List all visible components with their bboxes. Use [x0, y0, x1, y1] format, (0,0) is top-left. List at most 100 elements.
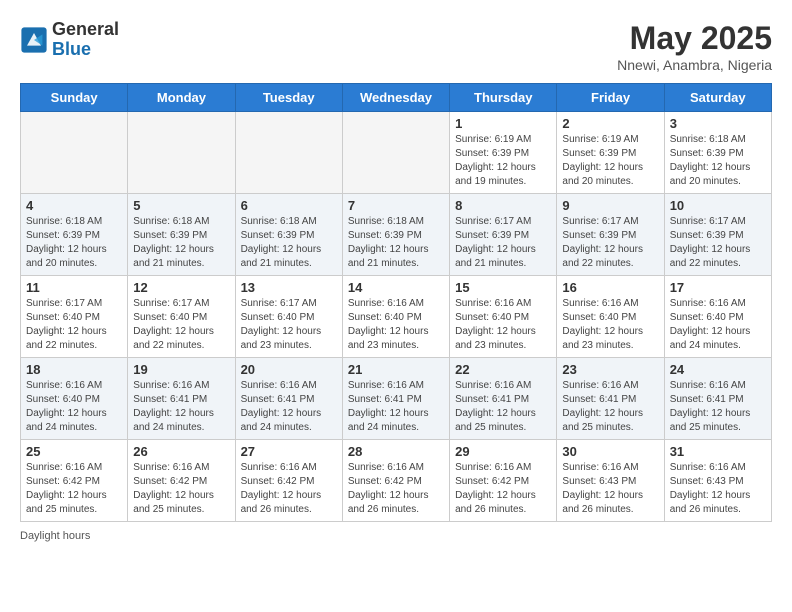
day-info: Sunrise: 6:17 AM Sunset: 6:40 PM Dayligh… [133, 297, 229, 353]
day-number: 23 [562, 362, 658, 377]
calendar-cell: 5 Sunrise: 6:18 AM Sunset: 6:39 PM Daylig… [128, 194, 235, 276]
day-number: 19 [133, 362, 229, 377]
day-number: 28 [348, 444, 444, 459]
day-info: Sunrise: 6:16 AM Sunset: 6:43 PM Dayligh… [562, 461, 658, 517]
weekday-header-friday: Friday [557, 84, 664, 112]
day-info: Sunrise: 6:17 AM Sunset: 6:39 PM Dayligh… [670, 215, 766, 271]
day-number: 13 [241, 280, 337, 295]
day-number: 9 [562, 198, 658, 213]
logo: General Blue [20, 20, 119, 60]
day-number: 3 [670, 116, 766, 131]
calendar-cell: 29 Sunrise: 6:16 AM Sunset: 6:42 PM Dayli… [450, 440, 557, 522]
day-info: Sunrise: 6:16 AM Sunset: 6:42 PM Dayligh… [133, 461, 229, 517]
calendar-cell: 17Sunrise: 6:16 AM Sunset: 6:40 PM Dayli… [664, 276, 771, 358]
day-info: Sunrise: 6:19 AM Sunset: 6:39 PM Dayligh… [562, 133, 658, 189]
calendar-cell [128, 112, 235, 194]
day-info: Sunrise: 6:16 AM Sunset: 6:41 PM Dayligh… [133, 379, 229, 435]
day-info: Sunrise: 6:17 AM Sunset: 6:39 PM Dayligh… [562, 215, 658, 271]
day-info: Sunrise: 6:16 AM Sunset: 6:41 PM Dayligh… [241, 379, 337, 435]
weekday-header-saturday: Saturday [664, 84, 771, 112]
calendar-cell: 1 Sunrise: 6:19 AM Sunset: 6:39 PM Daylig… [450, 112, 557, 194]
calendar-cell: 31Sunrise: 6:16 AM Sunset: 6:43 PM Dayli… [664, 440, 771, 522]
calendar-cell: 18 Sunrise: 6:16 AM Sunset: 6:40 PM Dayli… [21, 358, 128, 440]
day-number: 22 [455, 362, 551, 377]
calendar-cell: 7 Sunrise: 6:18 AM Sunset: 6:39 PM Daylig… [342, 194, 449, 276]
calendar-cell: 30 Sunrise: 6:16 AM Sunset: 6:43 PM Dayli… [557, 440, 664, 522]
day-number: 30 [562, 444, 658, 459]
calendar-cell: 26 Sunrise: 6:16 AM Sunset: 6:42 PM Dayli… [128, 440, 235, 522]
calendar-cell: 21Sunrise: 6:16 AM Sunset: 6:41 PM Dayli… [342, 358, 449, 440]
footer-note: Daylight hours [20, 530, 772, 542]
day-info: Sunrise: 6:16 AM Sunset: 6:41 PM Dayligh… [455, 379, 551, 435]
logo-general-text: General [52, 19, 119, 39]
day-number: 11 [26, 280, 122, 295]
weekday-header-tuesday: Tuesday [235, 84, 342, 112]
calendar-cell: 13 Sunrise: 6:17 AM Sunset: 6:40 PM Dayli… [235, 276, 342, 358]
calendar-body: 1 Sunrise: 6:19 AM Sunset: 6:39 PM Daylig… [21, 112, 772, 522]
calendar-cell: 19 Sunrise: 6:16 AM Sunset: 6:41 PM Dayli… [128, 358, 235, 440]
calendar-cell: 22 Sunrise: 6:16 AM Sunset: 6:41 PM Dayli… [450, 358, 557, 440]
calendar-cell: 12 Sunrise: 6:17 AM Sunset: 6:40 PM Dayli… [128, 276, 235, 358]
day-number: 6 [241, 198, 337, 213]
day-number: 21 [348, 362, 444, 377]
day-info: Sunrise: 6:18 AM Sunset: 6:39 PM Dayligh… [348, 215, 444, 271]
day-info: Sunrise: 6:18 AM Sunset: 6:39 PM Dayligh… [241, 215, 337, 271]
day-number: 29 [455, 444, 551, 459]
day-number: 4 [26, 198, 122, 213]
location: Nnewi, Anambra, Nigeria [617, 57, 772, 73]
day-number: 16 [562, 280, 658, 295]
day-number: 27 [241, 444, 337, 459]
day-number: 10 [670, 198, 766, 213]
calendar-cell: 27 Sunrise: 6:16 AM Sunset: 6:42 PM Dayli… [235, 440, 342, 522]
day-info: Sunrise: 6:16 AM Sunset: 6:40 PM Dayligh… [455, 297, 551, 353]
calendar-cell: 10 Sunrise: 6:17 AM Sunset: 6:39 PM Dayli… [664, 194, 771, 276]
calendar-week-1: 1 Sunrise: 6:19 AM Sunset: 6:39 PM Daylig… [21, 112, 772, 194]
day-info: Sunrise: 6:16 AM Sunset: 6:42 PM Dayligh… [348, 461, 444, 517]
calendar-cell [21, 112, 128, 194]
day-number: 7 [348, 198, 444, 213]
day-info: Sunrise: 6:16 AM Sunset: 6:42 PM Dayligh… [455, 461, 551, 517]
weekday-header-monday: Monday [128, 84, 235, 112]
day-number: 17 [670, 280, 766, 295]
page-header: General Blue May 2025 Nnewi, Anambra, Ni… [20, 20, 772, 73]
logo-icon [20, 26, 48, 54]
calendar-cell: 15 Sunrise: 6:16 AM Sunset: 6:40 PM Dayli… [450, 276, 557, 358]
day-info: Sunrise: 6:18 AM Sunset: 6:39 PM Dayligh… [133, 215, 229, 271]
day-number: 5 [133, 198, 229, 213]
calendar-cell: 3 Sunrise: 6:18 AM Sunset: 6:39 PM Daylig… [664, 112, 771, 194]
weekday-header-row: SundayMondayTuesdayWednesdayThursdayFrid… [21, 84, 772, 112]
day-info: Sunrise: 6:16 AM Sunset: 6:40 PM Dayligh… [562, 297, 658, 353]
weekday-header-thursday: Thursday [450, 84, 557, 112]
calendar-cell: 24Sunrise: 6:16 AM Sunset: 6:41 PM Dayli… [664, 358, 771, 440]
logo-blue-text: Blue [52, 39, 91, 59]
day-number: 26 [133, 444, 229, 459]
day-info: Sunrise: 6:16 AM Sunset: 6:40 PM Dayligh… [26, 379, 122, 435]
day-number: 31 [670, 444, 766, 459]
calendar-cell: 16 Sunrise: 6:16 AM Sunset: 6:40 PM Dayli… [557, 276, 664, 358]
day-info: Sunrise: 6:18 AM Sunset: 6:39 PM Dayligh… [670, 133, 766, 189]
day-number: 8 [455, 198, 551, 213]
day-info: Sunrise: 6:17 AM Sunset: 6:40 PM Dayligh… [241, 297, 337, 353]
calendar-cell: 2 Sunrise: 6:19 AM Sunset: 6:39 PM Daylig… [557, 112, 664, 194]
day-number: 18 [26, 362, 122, 377]
calendar-cell [235, 112, 342, 194]
calendar-cell: 28 Sunrise: 6:16 AM Sunset: 6:42 PM Dayli… [342, 440, 449, 522]
day-info: Sunrise: 6:16 AM Sunset: 6:42 PM Dayligh… [241, 461, 337, 517]
day-number: 25 [26, 444, 122, 459]
calendar-cell: 9 Sunrise: 6:17 AM Sunset: 6:39 PM Daylig… [557, 194, 664, 276]
day-info: Sunrise: 6:19 AM Sunset: 6:39 PM Dayligh… [455, 133, 551, 189]
day-number: 1 [455, 116, 551, 131]
calendar-cell: 25Sunrise: 6:16 AM Sunset: 6:42 PM Dayli… [21, 440, 128, 522]
day-number: 14 [348, 280, 444, 295]
day-number: 15 [455, 280, 551, 295]
calendar-cell: 20Sunrise: 6:16 AM Sunset: 6:41 PM Dayli… [235, 358, 342, 440]
weekday-header-wednesday: Wednesday [342, 84, 449, 112]
calendar-week-4: 18 Sunrise: 6:16 AM Sunset: 6:40 PM Dayli… [21, 358, 772, 440]
title-block: May 2025 Nnewi, Anambra, Nigeria [617, 20, 772, 73]
day-number: 12 [133, 280, 229, 295]
day-info: Sunrise: 6:16 AM Sunset: 6:41 PM Dayligh… [562, 379, 658, 435]
day-number: 2 [562, 116, 658, 131]
day-info: Sunrise: 6:16 AM Sunset: 6:41 PM Dayligh… [670, 379, 766, 435]
day-info: Sunrise: 6:17 AM Sunset: 6:40 PM Dayligh… [26, 297, 122, 353]
calendar-table: SundayMondayTuesdayWednesdayThursdayFrid… [20, 83, 772, 522]
